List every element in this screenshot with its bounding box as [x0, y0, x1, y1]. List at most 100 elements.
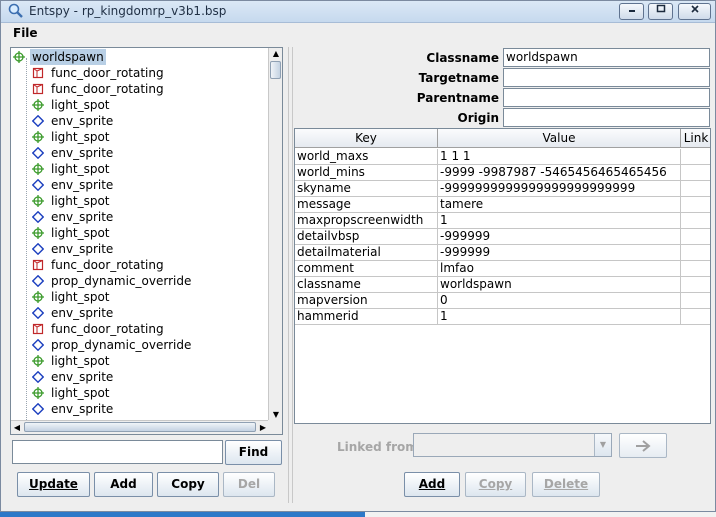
- tree-item[interactable]: env_sprite: [11, 369, 269, 385]
- key-cell[interactable]: world_mins: [295, 165, 438, 181]
- window-title: Entspy - rp_kingdomrp_v3b1.bsp: [29, 4, 227, 18]
- keyvalue-table[interactable]: Key Value Link world_maxs 1 1 1 world_mins…: [294, 128, 711, 424]
- menu-bar: File: [1, 24, 715, 43]
- link-cell[interactable]: [681, 149, 710, 165]
- key-cell[interactable]: classname: [295, 277, 438, 293]
- classname-field[interactable]: worldspawn: [503, 48, 710, 67]
- value-cell[interactable]: lmfao: [438, 261, 681, 277]
- link-cell[interactable]: [681, 213, 710, 229]
- key-cell[interactable]: maxpropscreenwidth: [295, 213, 438, 229]
- key-cell[interactable]: detailvbsp: [295, 229, 438, 245]
- link-cell[interactable]: [681, 197, 710, 213]
- value-cell[interactable]: 1 1 1: [438, 149, 681, 165]
- maximize-button[interactable]: [648, 3, 673, 20]
- copy-key-button[interactable]: Copy: [465, 472, 526, 497]
- link-cell[interactable]: [681, 309, 710, 325]
- tree-item[interactable]: func_door_rotating: [11, 81, 269, 97]
- scroll-thumb-horizontal[interactable]: [24, 422, 256, 432]
- tree-item[interactable]: env_sprite: [11, 401, 269, 417]
- tree-item-label: prop_dynamic_override: [51, 274, 192, 288]
- entity-tree[interactable]: worldspawn func_door_rotating func_door_r…: [10, 47, 283, 435]
- tree-item[interactable]: prop_dynamic_override: [11, 273, 269, 289]
- tree-item[interactable]: light_spot: [11, 353, 269, 369]
- origin-field[interactable]: [503, 108, 710, 127]
- tree-horizontal-scrollbar[interactable]: ◀ ▶: [11, 420, 269, 434]
- close-button[interactable]: [678, 3, 711, 20]
- scroll-left-icon[interactable]: ◀: [11, 421, 23, 434]
- crosshair-icon: [32, 355, 44, 367]
- tree-item[interactable]: light_spot: [11, 225, 269, 241]
- column-header-key[interactable]: Key: [295, 129, 438, 148]
- scroll-corner: [268, 420, 282, 434]
- tree-item[interactable]: env_sprite: [11, 113, 269, 129]
- tree-item[interactable]: prop_dynamic_override: [11, 337, 269, 353]
- tree-root[interactable]: worldspawn: [11, 49, 269, 65]
- find-button[interactable]: Find: [225, 440, 282, 465]
- tree-item[interactable]: func_door_rotating: [11, 257, 269, 273]
- link-cell[interactable]: [681, 293, 710, 309]
- key-cell[interactable]: hammerid: [295, 309, 438, 325]
- diamond-icon: [32, 115, 44, 127]
- crosshair-icon: [32, 387, 44, 399]
- tree-item[interactable]: func_door_rotating: [11, 321, 269, 337]
- key-cell[interactable]: message: [295, 197, 438, 213]
- value-cell[interactable]: 0: [438, 293, 681, 309]
- tree-item[interactable]: env_sprite: [11, 177, 269, 193]
- scroll-thumb[interactable]: [270, 61, 281, 79]
- value-cell[interactable]: -9999 -9987987 -5465456465465456: [438, 165, 681, 181]
- scroll-up-icon[interactable]: ▲: [269, 48, 282, 60]
- diamond-icon: [32, 307, 44, 319]
- tree-item[interactable]: env_sprite: [11, 145, 269, 161]
- value-cell[interactable]: -999999: [438, 229, 681, 245]
- add-key-button[interactable]: Add: [404, 472, 460, 497]
- tree-item[interactable]: env_sprite: [11, 209, 269, 225]
- copy-entity-button[interactable]: Copy: [157, 472, 219, 497]
- tree-item[interactable]: func_door_rotating: [11, 65, 269, 81]
- minimize-button[interactable]: [619, 3, 644, 20]
- add-entity-button[interactable]: Add: [94, 472, 153, 497]
- value-cell[interactable]: worldspawn: [438, 277, 681, 293]
- search-input[interactable]: [12, 440, 223, 464]
- column-header-link[interactable]: Link: [681, 129, 710, 148]
- link-cell[interactable]: [681, 229, 710, 245]
- tree-item[interactable]: light_spot: [11, 129, 269, 145]
- tree-viewport: worldspawn func_door_rotating func_door_r…: [11, 48, 269, 421]
- split-pane-divider[interactable]: [288, 47, 293, 503]
- column-header-value[interactable]: Value: [438, 129, 681, 148]
- parentname-field[interactable]: [503, 88, 710, 107]
- tree-item[interactable]: light_spot: [11, 193, 269, 209]
- value-cell[interactable]: -9999999999999999999999999: [438, 181, 681, 197]
- tree-item[interactable]: light_spot: [11, 289, 269, 305]
- update-button[interactable]: Update: [17, 472, 90, 497]
- tree-vertical-scrollbar[interactable]: ▲ ▼: [268, 48, 282, 421]
- value-cell[interactable]: tamere: [438, 197, 681, 213]
- linked-from-select[interactable]: ▼: [413, 433, 612, 457]
- tree-item[interactable]: light_spot: [11, 97, 269, 113]
- value-cell[interactable]: 1: [438, 213, 681, 229]
- link-cell[interactable]: [681, 277, 710, 293]
- tree-item[interactable]: env_sprite: [11, 305, 269, 321]
- key-cell[interactable]: detailmaterial: [295, 245, 438, 261]
- crosshair-icon: [32, 291, 44, 303]
- value-cell[interactable]: -999999: [438, 245, 681, 261]
- link-cell[interactable]: [681, 245, 710, 261]
- tree-item[interactable]: env_sprite: [11, 241, 269, 257]
- link-cell[interactable]: [681, 261, 710, 277]
- go-to-linked-button[interactable]: [619, 433, 667, 458]
- tree-item[interactable]: light_spot: [11, 385, 269, 401]
- link-cell[interactable]: [681, 165, 710, 181]
- delete-key-button[interactable]: Delete: [532, 472, 600, 497]
- targetname-field[interactable]: [503, 68, 710, 87]
- tree-item-label: env_sprite: [51, 146, 114, 160]
- value-cell[interactable]: 1: [438, 309, 681, 325]
- title-bar[interactable]: Entspy - rp_kingdomrp_v3b1.bsp: [1, 1, 715, 23]
- link-cell[interactable]: [681, 181, 710, 197]
- chevron-down-icon[interactable]: ▼: [594, 434, 611, 456]
- key-cell[interactable]: skyname: [295, 181, 438, 197]
- delete-entity-button[interactable]: Del: [223, 472, 275, 497]
- key-cell[interactable]: mapversion: [295, 293, 438, 309]
- key-cell[interactable]: comment: [295, 261, 438, 277]
- tree-item[interactable]: light_spot: [11, 161, 269, 177]
- menu-file[interactable]: File: [13, 26, 38, 40]
- key-cell[interactable]: world_maxs: [295, 149, 438, 165]
